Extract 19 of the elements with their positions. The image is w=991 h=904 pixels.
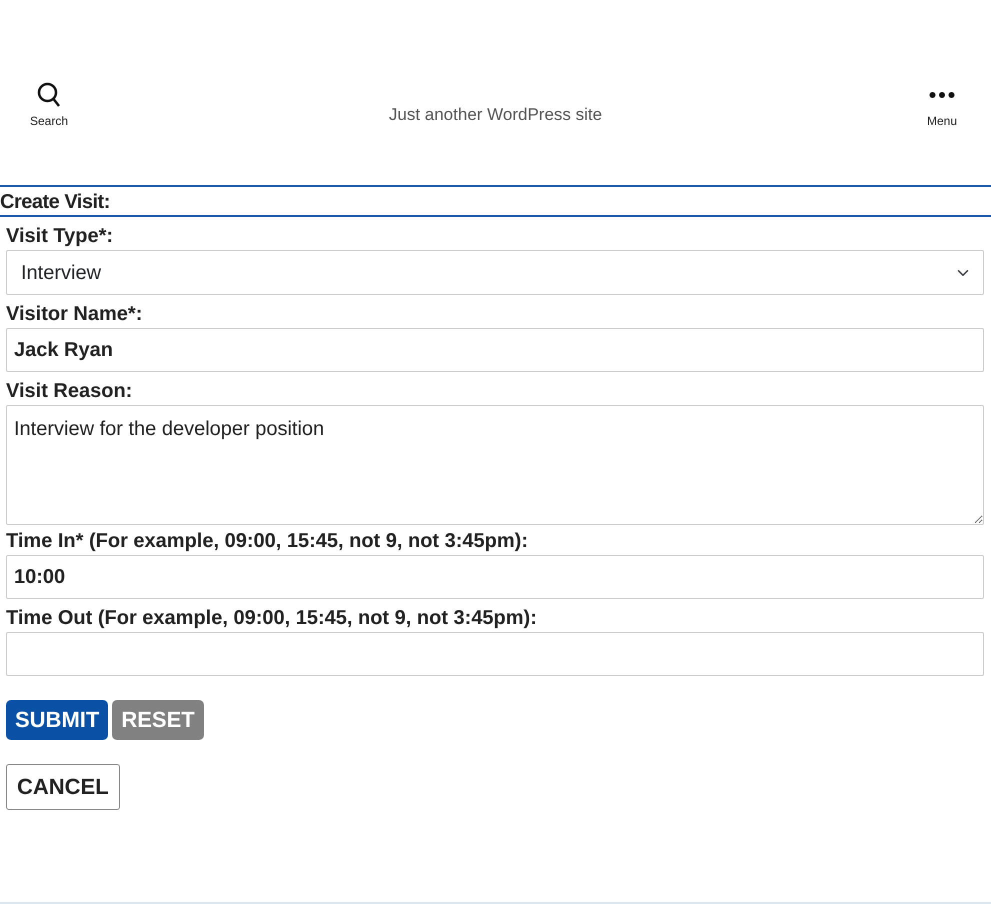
- cancel-button[interactable]: CANCEL: [6, 764, 120, 810]
- menu-button[interactable]: Menu: [916, 82, 967, 130]
- search-button[interactable]: Search: [24, 82, 74, 130]
- visit-type-select[interactable]: Interview: [6, 250, 984, 295]
- field-label: Visitor Name*:: [6, 302, 144, 327]
- submit-button[interactable]: SUBMIT: [6, 700, 108, 740]
- reason-field[interactable]: Interview for the developer position: [6, 405, 984, 525]
- site-tagline: Just another WordPress site: [388, 104, 602, 126]
- field-label: Visit Type*:: [6, 224, 114, 249]
- menu-icon: [928, 92, 955, 98]
- form-title: Create Visit:: [0, 185, 991, 217]
- input-field[interactable]: Jack Ryan: [6, 328, 984, 372]
- search-icon: [37, 82, 61, 108]
- field-label: Time Out (For example, 09:00, 15:45, not 9, not 3:45pm):: [6, 606, 538, 631]
- input-field[interactable]: 10:00: [6, 555, 984, 599]
- field-label: Visit Reason:: [6, 379, 134, 404]
- input-field[interactable]: [6, 632, 984, 676]
- field-label: Time In* (For example, 09:00, 15:45, not 9, not 3:45pm):: [6, 529, 530, 554]
- reset-button[interactable]: RESET: [112, 700, 204, 740]
